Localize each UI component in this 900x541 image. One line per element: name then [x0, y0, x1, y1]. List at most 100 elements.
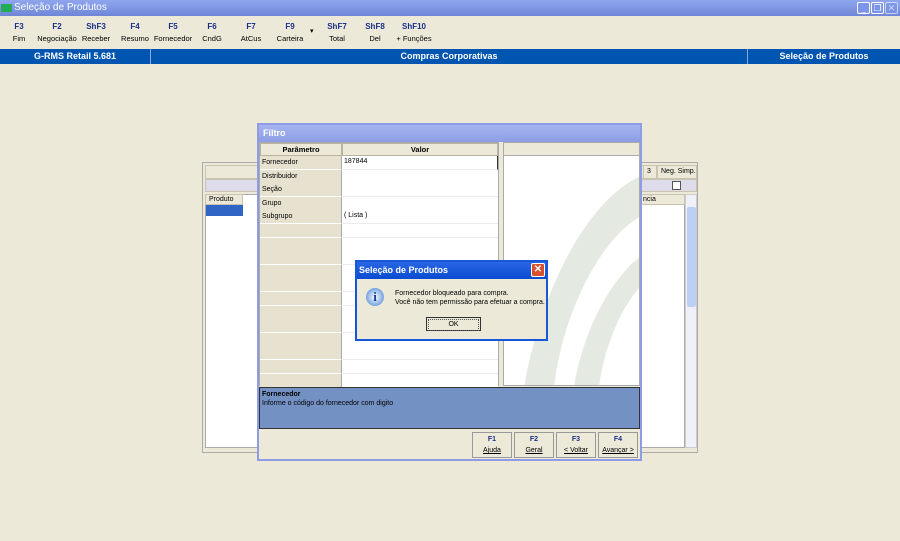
- value-cell[interactable]: 187844: [342, 156, 498, 170]
- value-cell[interactable]: [342, 346, 498, 361]
- button-label: Geral: [525, 447, 543, 454]
- value-cell[interactable]: [342, 224, 498, 238]
- value-cell[interactable]: [342, 237, 498, 252]
- value-cell[interactable]: [342, 360, 498, 374]
- filtro-title: Filtro: [259, 125, 640, 142]
- param-row[interactable]: [260, 224, 342, 238]
- message-close-button[interactable]: ✕: [531, 263, 545, 277]
- param-row[interactable]: [260, 237, 342, 252]
- key-label: F5: [168, 22, 178, 31]
- restore-button[interactable]: ❐: [871, 2, 884, 14]
- info-icon: i: [366, 288, 384, 306]
- key-label: F4: [613, 436, 623, 443]
- key-label: ShF7: [327, 22, 347, 31]
- bg-col-produto: Produto: [205, 194, 243, 205]
- value-cell[interactable]: [342, 196, 498, 211]
- toolbar-button-funes[interactable]: ShF10 + Funções: [394, 22, 434, 43]
- toolbar-button-negociao[interactable]: F2 Negociação: [37, 22, 77, 43]
- status-bar: G-RMS Retail 5.681 Compras Corporativas …: [0, 49, 900, 64]
- toolbar-button-resumo[interactable]: F4 Resumo: [115, 22, 155, 43]
- desc-text: Informe o código do fornecedor com digit…: [262, 400, 394, 407]
- desc-title: Fornecedor: [262, 391, 301, 398]
- key-label: F7: [246, 22, 256, 31]
- toolbar-button-total[interactable]: ShF7 Total: [317, 22, 357, 43]
- param-row[interactable]: [260, 305, 342, 320]
- key-label: F3: [14, 22, 24, 31]
- filtro-button-f3[interactable]: F3 < Voltar: [556, 432, 596, 458]
- filtro-button-f4[interactable]: F4 Avançar >: [598, 432, 638, 458]
- app-icon: [1, 4, 12, 12]
- bg-scrollbar[interactable]: [685, 194, 697, 448]
- toolbar-button-fim[interactable]: F3 Fim: [0, 22, 39, 43]
- param-row[interactable]: [260, 292, 342, 306]
- ok-label: OK: [428, 319, 479, 331]
- neg-simp-checkbox[interactable]: [672, 181, 681, 190]
- toolbar-dropdown-icon[interactable]: ▾: [310, 27, 314, 35]
- bg-selected-cell: [206, 205, 243, 216]
- toolbar-button-receber[interactable]: ShF3 Receber: [76, 22, 116, 43]
- button-label: < Voltar: [564, 447, 588, 454]
- col-valor: Valor: [342, 143, 498, 156]
- button-label: AtCus: [240, 34, 262, 43]
- window-title: Seleção de Produtos: [14, 2, 107, 13]
- ok-button[interactable]: OK: [426, 317, 481, 331]
- toolbar-button-atcus[interactable]: F7 AtCus: [231, 22, 271, 43]
- key-label: F9: [285, 22, 295, 31]
- module-name: Compras Corporativas: [151, 49, 748, 64]
- col-parametro: Parâmetro: [260, 143, 342, 156]
- message-dialog: Seleção de Produtos ✕ i Fornecedor bloqu…: [355, 260, 548, 341]
- toolbar: F3 Fim F2 Negociação ShF3 Receber F4 Resumo F5 Fo…: [0, 16, 900, 49]
- button-label: Fornecedor: [153, 34, 193, 43]
- value-cell[interactable]: [342, 373, 498, 388]
- param-row[interactable]: Grupo: [260, 196, 342, 211]
- param-row[interactable]: [260, 264, 342, 279]
- button-label: Avançar >: [602, 447, 634, 454]
- button-label: Total: [329, 34, 345, 43]
- bg-col-ncia: ncia: [639, 194, 685, 205]
- key-label: F3: [571, 436, 581, 443]
- param-row[interactable]: [260, 251, 342, 266]
- button-label: Resumo: [121, 34, 149, 43]
- value-cell[interactable]: ( Lista ): [342, 210, 498, 225]
- description-box: Fornecedor Informe o código do fornecedo…: [259, 387, 640, 429]
- param-row[interactable]: Seção: [260, 183, 342, 198]
- param-row[interactable]: [260, 319, 342, 334]
- param-row[interactable]: [260, 373, 342, 388]
- param-row[interactable]: [260, 360, 342, 374]
- button-label: Fim: [12, 34, 26, 43]
- bg-col-neg-simp: Neg. Simp.: [657, 165, 697, 179]
- button-label: Receber: [81, 34, 111, 43]
- param-row[interactable]: [260, 346, 342, 361]
- message-line-1: Fornecedor bloqueado para compra.: [395, 290, 509, 297]
- value-cell[interactable]: [342, 169, 498, 184]
- filtro-button-f2[interactable]: F2 Geral: [514, 432, 554, 458]
- close-button[interactable]: ✕: [885, 2, 898, 14]
- bg-col-3: 3: [643, 165, 657, 179]
- message-title: Seleção de Produtos: [357, 262, 546, 279]
- key-label: F4: [130, 22, 140, 31]
- key-label: F1: [487, 436, 497, 443]
- button-label: CndG: [202, 34, 222, 43]
- key-label: ShF8: [365, 22, 385, 31]
- value-cell[interactable]: [342, 183, 498, 198]
- key-label: ShF10: [401, 22, 426, 31]
- app-version: G-RMS Retail 5.681: [0, 49, 151, 64]
- screen-name: Seleção de Produtos: [779, 51, 869, 61]
- key-label: ShF3: [86, 22, 106, 31]
- message-line-2: Você não tem permissão para efetuar a co…: [395, 299, 545, 306]
- minimize-button[interactable]: _: [857, 2, 870, 14]
- param-row[interactable]: [260, 332, 342, 347]
- button-label: Negociação: [37, 34, 77, 43]
- toolbar-button-del[interactable]: ShF8 Del: [355, 22, 395, 43]
- button-label: Ajuda: [483, 447, 501, 454]
- param-row[interactable]: Subgrupo: [260, 210, 342, 225]
- param-row[interactable]: [260, 278, 342, 293]
- toolbar-button-carteira[interactable]: F9 Carteira: [270, 22, 310, 43]
- param-row[interactable]: Fornecedor: [260, 156, 342, 170]
- key-label: F2: [529, 436, 539, 443]
- param-row[interactable]: Distribuidor: [260, 169, 342, 184]
- toolbar-button-fornecedor[interactable]: F5 Fornecedor: [153, 22, 193, 43]
- toolbar-button-cndg[interactable]: F6 CndG: [192, 22, 232, 43]
- button-label: + Funções: [396, 34, 432, 43]
- filtro-button-f1[interactable]: F1 Ajuda: [472, 432, 512, 458]
